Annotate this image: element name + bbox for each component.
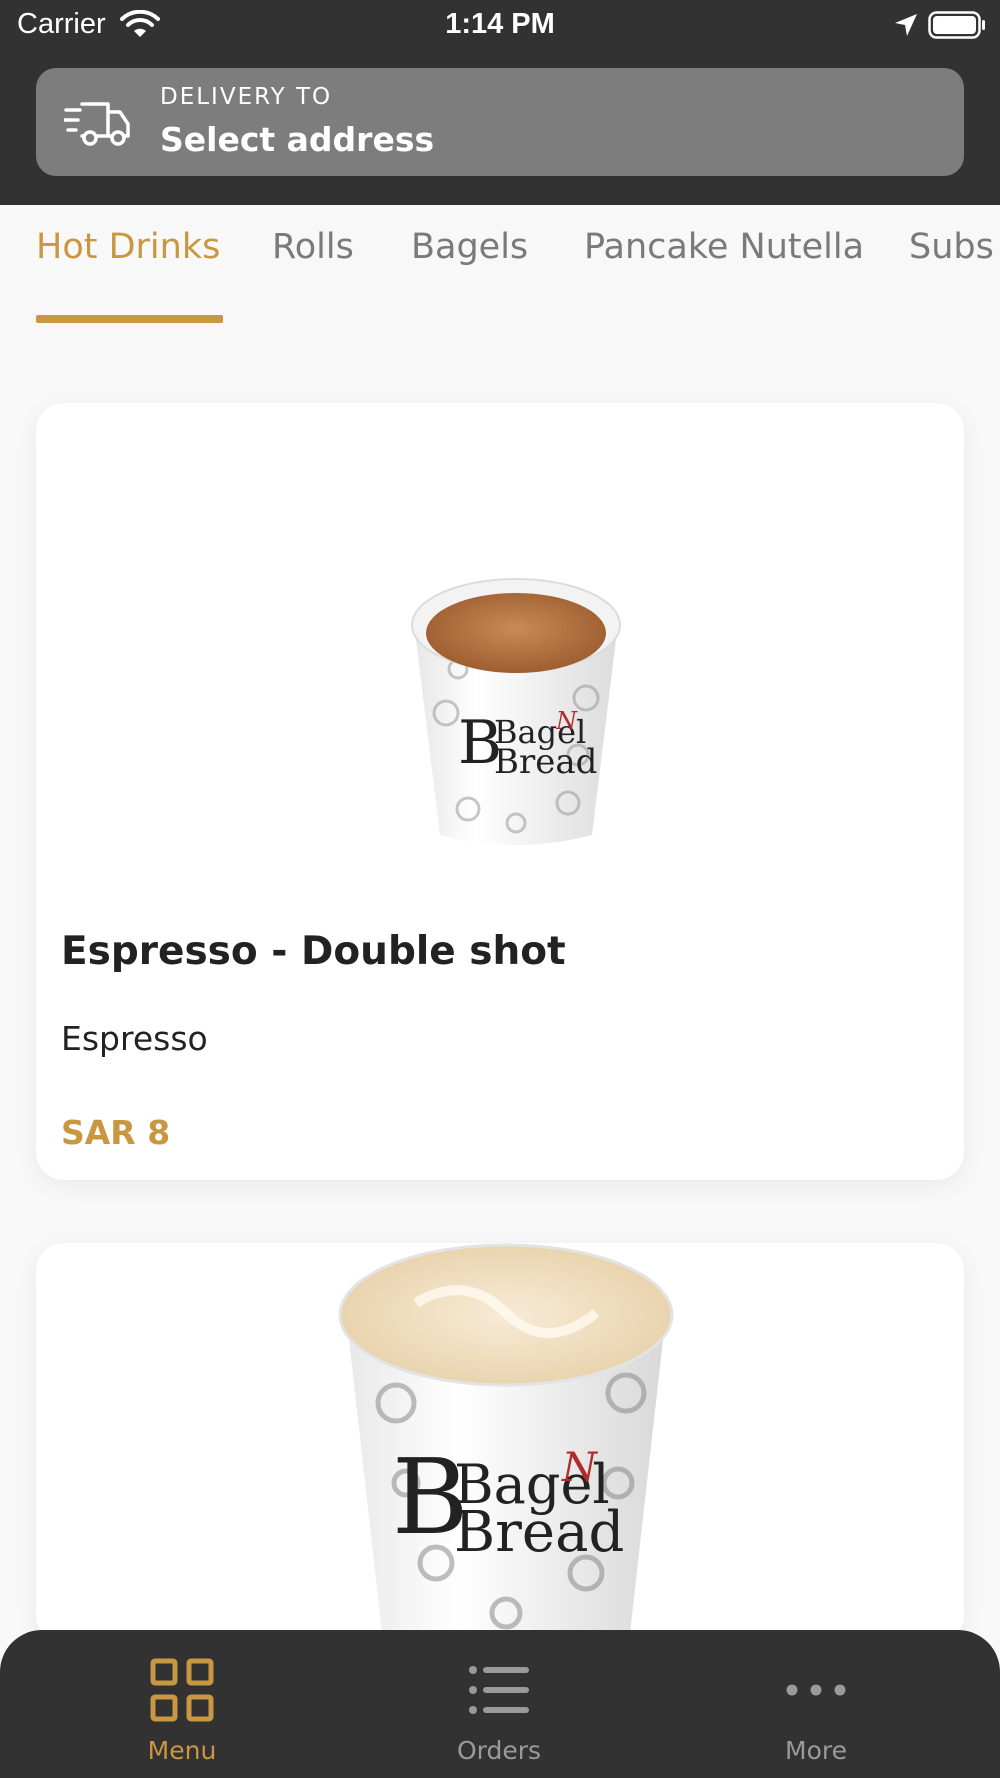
tab-hot-drinks[interactable]: Hot Drinks (36, 227, 220, 267)
product-card[interactable]: B Bagel N Bread Espresso - Double shot E… (36, 403, 964, 1180)
clock: 1:14 PM (445, 8, 555, 40)
bottom-tab-bar: Menu Orders More (0, 1630, 1000, 1778)
tab-subs[interactable]: Subs (909, 227, 994, 267)
latte-cup-icon: B Bagel N Bread (338, 1243, 674, 1633)
svg-text:N: N (561, 1445, 599, 1491)
grid-icon (150, 1658, 214, 1722)
tab-pancake-nutella[interactable]: Pancake Nutella (584, 227, 864, 267)
nav-more[interactable]: More (726, 1630, 906, 1778)
delivery-truck-icon (64, 102, 130, 146)
nav-more-label: More (785, 1736, 847, 1765)
tab-bagels[interactable]: Bagels (411, 227, 528, 267)
list-icon (469, 1666, 529, 1714)
nav-orders[interactable]: Orders (409, 1630, 589, 1778)
cup-brand-logo: B Bagel N Bread (458, 707, 597, 782)
top-bar: Carrier 1:14 PM DELIVERY TO Select addre… (0, 0, 1000, 205)
active-tab-indicator (36, 315, 223, 323)
select-address-label: Select address (160, 120, 435, 159)
product-card[interactable]: B Bagel N Bread (36, 1243, 964, 1643)
delivery-to-label: DELIVERY TO (160, 84, 333, 110)
svg-text:N: N (555, 707, 578, 735)
espresso-cup-icon: B Bagel N Bread (411, 578, 621, 845)
category-tabs: Hot Drinks Rolls Bagels Pancake Nutella … (0, 205, 1000, 327)
svg-text:Bread: Bread (494, 742, 597, 782)
nav-menu-label: Menu (147, 1736, 217, 1765)
status-bar: Carrier 1:14 PM (0, 0, 1000, 52)
product-description: Espresso (61, 1019, 208, 1058)
cup-brand-logo: B Bagel N Bread (392, 1436, 624, 1565)
product-price: SAR 8 (61, 1113, 171, 1152)
nav-orders-label: Orders (456, 1736, 542, 1765)
tab-rolls[interactable]: Rolls (272, 227, 354, 267)
location-arrow-icon (895, 14, 917, 36)
more-icon (786, 1684, 846, 1696)
nav-menu[interactable]: Menu (92, 1630, 272, 1778)
delivery-address-button[interactable]: DELIVERY TO Select address (36, 68, 964, 176)
svg-text:Bread: Bread (454, 1500, 624, 1565)
product-name: Espresso - Double shot (61, 929, 566, 974)
battery-icon (928, 11, 985, 39)
